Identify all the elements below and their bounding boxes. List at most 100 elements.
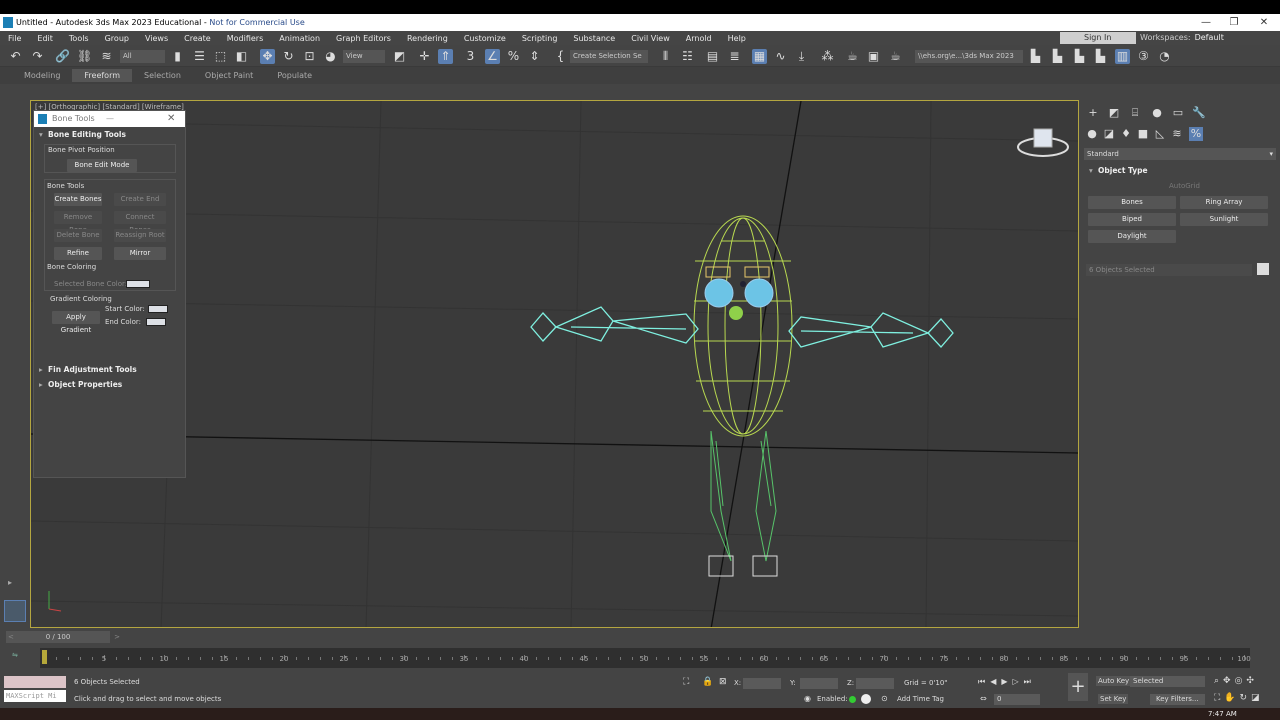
mirror-button[interactable]: Mirror: [114, 247, 166, 260]
time-tag-icon[interactable]: ⊙: [881, 694, 888, 703]
unlink-icon[interactable]: ⛓: [77, 49, 92, 64]
shapes-icon[interactable]: ◪: [1102, 127, 1116, 141]
menu-help[interactable]: Help: [720, 34, 754, 43]
bones-button[interactable]: Bones: [1088, 196, 1176, 209]
adaptive-degradation-icon[interactable]: ◉: [804, 694, 811, 703]
ribbon-tab-object-paint[interactable]: Object Paint: [193, 69, 265, 82]
maxscript-mini-listener[interactable]: MAXScript Mi: [4, 690, 66, 702]
rollout-object-properties[interactable]: Object Properties: [34, 377, 185, 392]
edit-named-selection-icon[interactable]: {: [553, 49, 568, 64]
close-icon[interactable]: ✕: [167, 111, 175, 127]
viewport-layout-tab[interactable]: [4, 600, 26, 622]
key-mode-dropdown[interactable]: Selected: [1130, 676, 1205, 687]
menu-group[interactable]: Group: [97, 34, 137, 43]
project-folder-dropdown[interactable]: \\ehs.org\e...\3ds Max 2023: [915, 50, 1023, 63]
display-tab-icon[interactable]: ▭: [1171, 106, 1185, 120]
viewport-navigation-icons-2[interactable]: ⛶✋↻◪: [1214, 693, 1264, 703]
rollout-object-type[interactable]: Object Type: [1084, 163, 1272, 178]
current-frame-field[interactable]: 0: [994, 694, 1040, 705]
connect-bones-button[interactable]: Connect Bones: [114, 211, 166, 234]
open-project-icon[interactable]: ▙: [1050, 49, 1065, 64]
absolute-mode-icon[interactable]: ⊠: [719, 677, 727, 687]
project-icon[interactable]: ▙: [1028, 49, 1043, 64]
sunlight-button[interactable]: Sunlight: [1180, 213, 1268, 226]
menu-views[interactable]: Views: [137, 34, 176, 43]
reassign-root-button[interactable]: Reassign Root: [114, 229, 166, 242]
minimize-button[interactable]: —: [1192, 14, 1220, 31]
scene-explorer-icon[interactable]: ▤: [705, 49, 720, 64]
menu-create[interactable]: Create: [176, 34, 219, 43]
create-end-button[interactable]: Create End: [114, 193, 166, 206]
ribbon-tab-populate[interactable]: Populate: [265, 69, 324, 82]
selection-filter-dropdown[interactable]: All: [120, 50, 165, 63]
mirror-icon[interactable]: ⫴: [658, 49, 673, 64]
menu-substance[interactable]: Substance: [565, 34, 623, 43]
x-coordinate-field[interactable]: [743, 678, 781, 689]
select-by-name-icon[interactable]: ☰: [192, 49, 207, 64]
remove-bone-button[interactable]: Remove Bone: [54, 211, 102, 234]
menu-file[interactable]: File: [0, 34, 29, 43]
selected-bone-color-swatch[interactable]: [126, 280, 150, 288]
cameras-icon[interactable]: ■: [1136, 127, 1150, 141]
isolate-selection-icon[interactable]: ⛶: [683, 677, 689, 687]
rendered-frame-icon[interactable]: ▣: [866, 49, 881, 64]
start-color-swatch[interactable]: [148, 305, 168, 313]
viewport-navigation-icons[interactable]: ⌕✥◎✣: [1214, 676, 1258, 686]
ribbon-tab-freeform[interactable]: Freeform: [72, 69, 133, 82]
menu-tools[interactable]: Tools: [61, 34, 97, 43]
menu-civil-view[interactable]: Civil View: [623, 34, 678, 43]
geometry-icon[interactable]: ●: [1085, 127, 1099, 141]
prev-frame-icon[interactable]: <: [8, 631, 14, 643]
dialog-titlebar[interactable]: Bone Tools — ✕: [34, 111, 185, 127]
biped-button[interactable]: Biped: [1088, 213, 1176, 226]
maxscript-listener-output[interactable]: [4, 676, 66, 688]
next-frame-icon[interactable]: >: [114, 631, 120, 643]
layer-explorer-icon[interactable]: ≣: [727, 49, 742, 64]
spinner-snap-icon[interactable]: ⇕: [527, 49, 542, 64]
bind-spacewarp-icon[interactable]: ≋: [99, 49, 114, 64]
menu-animation[interactable]: Animation: [271, 34, 328, 43]
create-bones-button[interactable]: Create Bones: [54, 193, 102, 206]
count-icon[interactable]: ③: [1136, 49, 1151, 64]
pivot-center-icon[interactable]: ◩: [392, 49, 407, 64]
select-move-icon[interactable]: ✥: [260, 49, 275, 64]
ribbon-tab-modeling[interactable]: Modeling: [12, 69, 72, 82]
set-key-button[interactable]: Set Key: [1098, 694, 1129, 704]
hierarchy-tab-icon[interactable]: ⌸: [1128, 106, 1142, 120]
percent-snap-icon[interactable]: %: [506, 49, 521, 64]
select-object-icon[interactable]: ▮: [170, 49, 185, 64]
workspaces[interactable]: Workspaces: Default: [1140, 31, 1224, 45]
schematic-view-icon[interactable]: ⤓: [794, 49, 809, 64]
utilities-tab-icon[interactable]: 🔧: [1192, 106, 1206, 120]
viewport-orthographic[interactable]: [+] [Orthographic] [Standard] [Wireframe…: [30, 100, 1079, 628]
ribbon-tab-selection[interactable]: Selection: [132, 69, 193, 82]
menu-graph-editors[interactable]: Graph Editors: [328, 34, 399, 43]
lock-selection-icon[interactable]: 🔒: [702, 677, 713, 687]
rollout-fin-adjustment-tools[interactable]: Fin Adjustment Tools: [34, 362, 185, 377]
curve-editor-icon[interactable]: ∿: [773, 49, 788, 64]
angle-snap-icon[interactable]: ∠: [485, 49, 500, 64]
object-color-swatch[interactable]: [1257, 263, 1269, 275]
object-name-field[interactable]: 6 Objects Selected: [1086, 264, 1252, 276]
selection-region-icon[interactable]: ⬚: [213, 49, 228, 64]
category-dropdown[interactable]: Standard ▾: [1084, 148, 1276, 160]
curve-editor-toggle-icon[interactable]: ⇋: [12, 651, 18, 659]
add-time-tag-button[interactable]: Add Time Tag: [897, 695, 944, 703]
apply-gradient-button[interactable]: Apply Gradient: [52, 311, 100, 334]
rollout-bone-editing-tools[interactable]: Bone Editing Tools: [34, 127, 185, 142]
named-selection-dropdown[interactable]: Create Selection Se: [570, 50, 648, 63]
keyboard-shortcut-override-icon[interactable]: ⇑: [438, 49, 453, 64]
window-crossing-icon[interactable]: ◧: [234, 49, 249, 64]
y-coordinate-field[interactable]: [800, 678, 838, 689]
render-icon[interactable]: ☕: [888, 49, 903, 64]
autogrid-checkbox[interactable]: AutoGrid: [1169, 182, 1200, 190]
maximize-button[interactable]: ❐: [1220, 14, 1248, 31]
modify-tab-icon[interactable]: ◩: [1107, 106, 1121, 120]
helpers-icon[interactable]: ◺: [1153, 127, 1167, 141]
time-slider[interactable]: <0 / 100 >: [6, 631, 120, 643]
reference-coordinate-dropdown[interactable]: View: [343, 50, 385, 63]
systems-icon[interactable]: %: [1189, 127, 1203, 141]
motion-tab-icon[interactable]: ●: [1150, 106, 1164, 120]
create-project-icon[interactable]: ▙: [1072, 49, 1087, 64]
history-icon[interactable]: ◔: [1157, 49, 1172, 64]
